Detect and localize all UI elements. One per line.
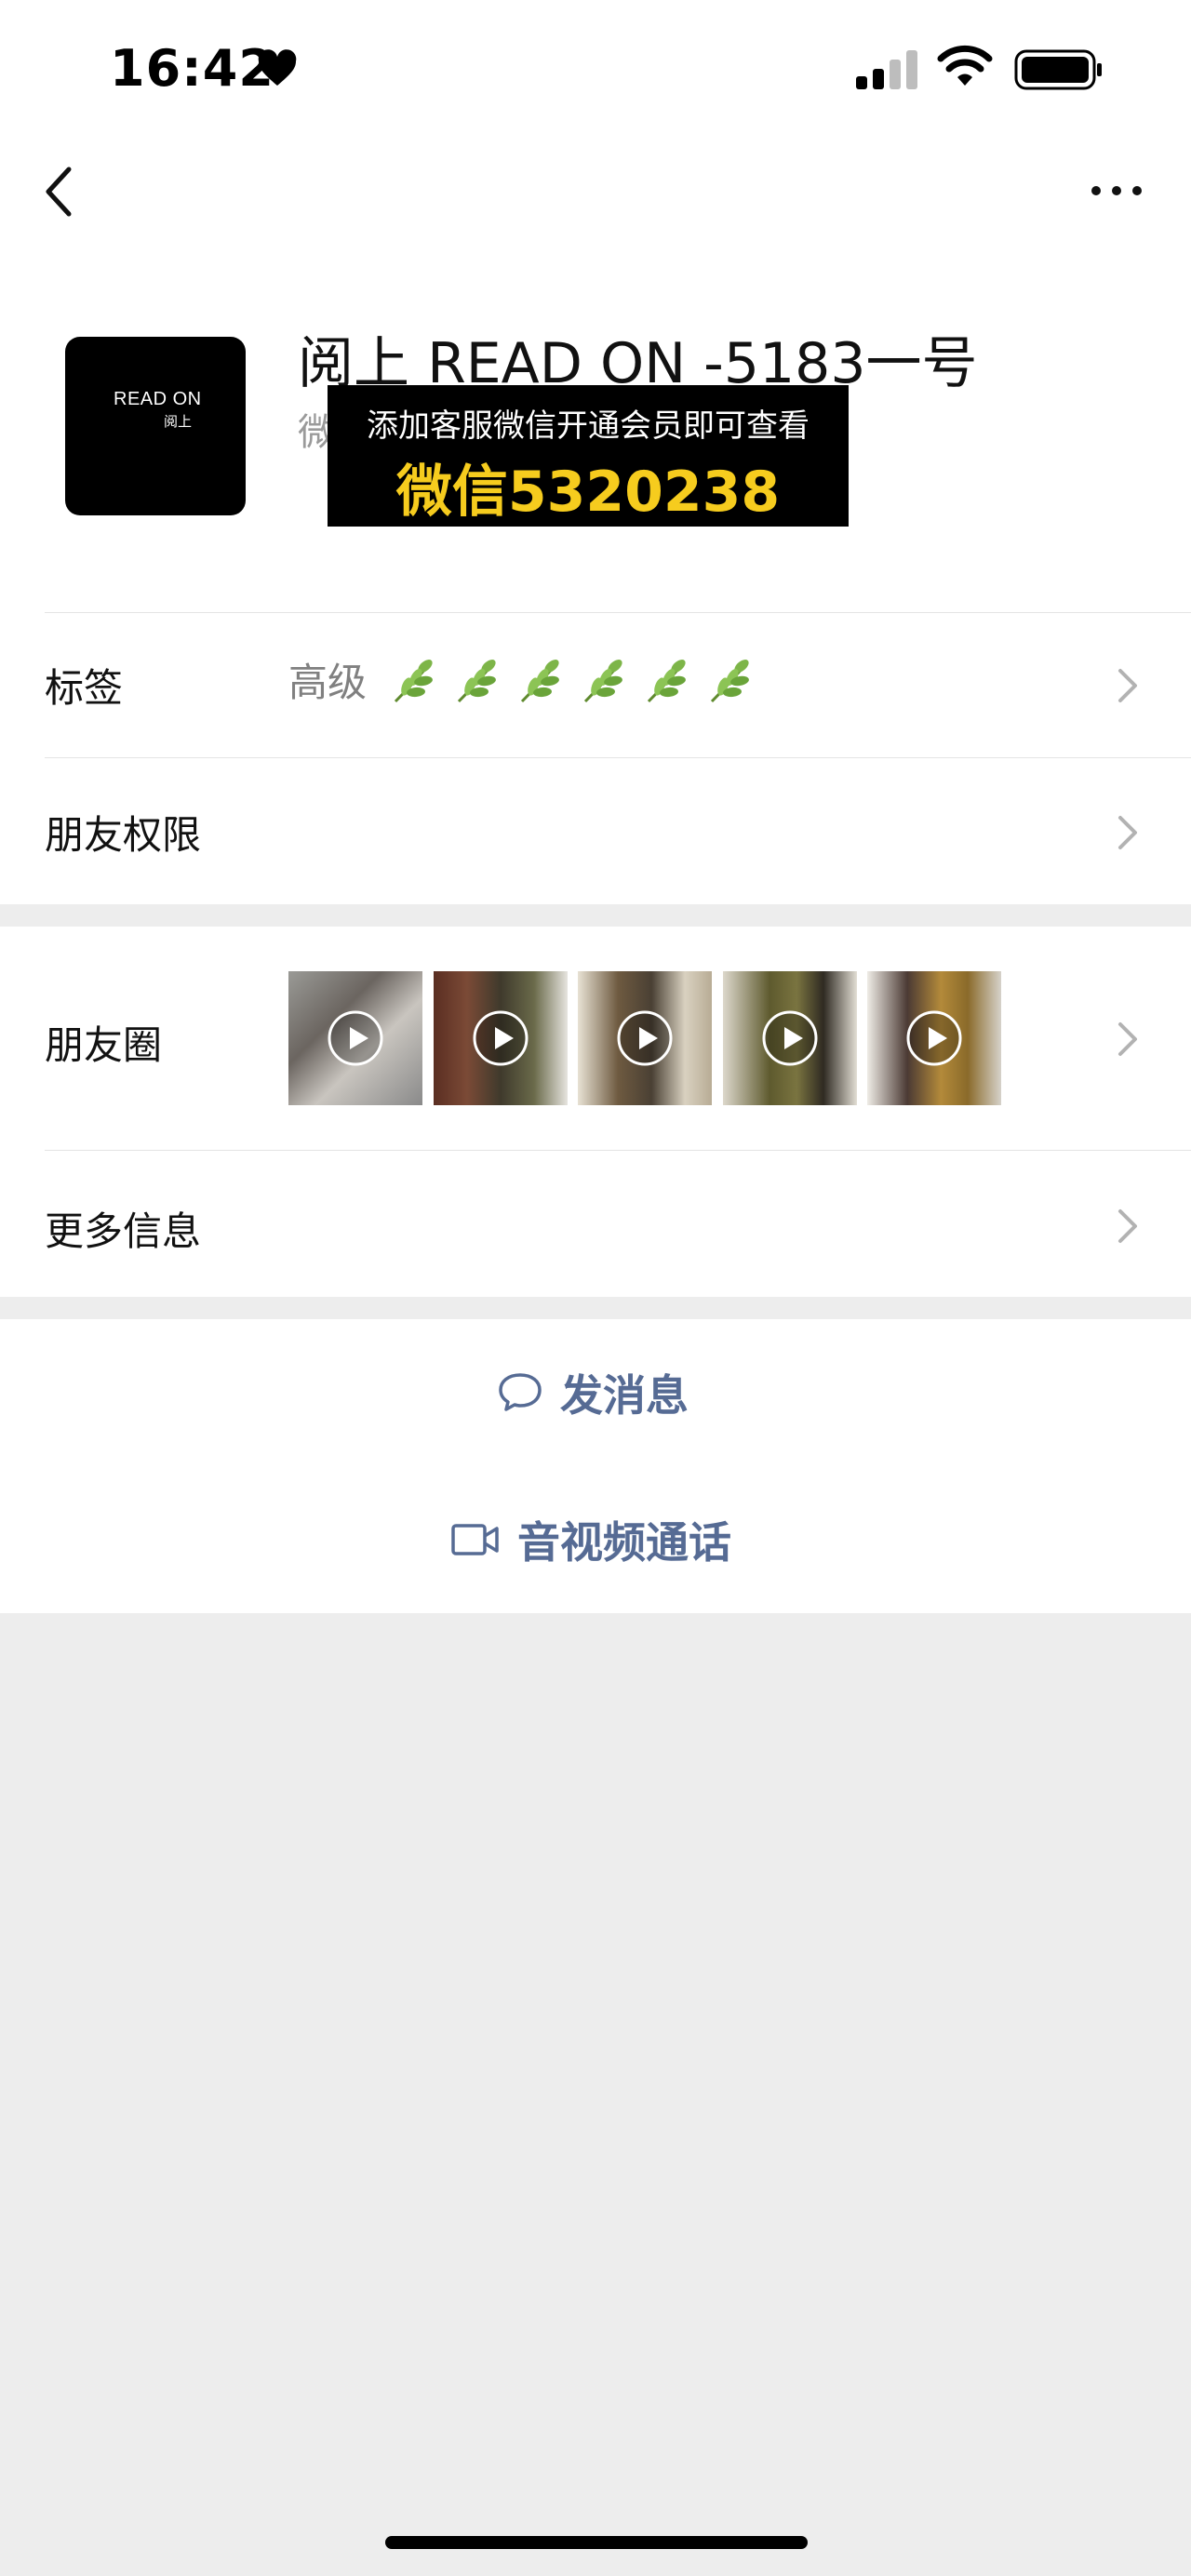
avatar[interactable]: READ ON 阅上 bbox=[65, 337, 246, 515]
play-icon bbox=[762, 1010, 818, 1066]
chevron-right-icon bbox=[1118, 669, 1137, 702]
wechat-id-label: 微 bbox=[298, 411, 331, 454]
divider bbox=[45, 1150, 1191, 1151]
play-icon bbox=[328, 1010, 383, 1066]
divider bbox=[45, 612, 1191, 613]
play-icon bbox=[473, 1010, 529, 1066]
chevron-right-icon bbox=[1118, 816, 1137, 849]
home-indicator[interactable] bbox=[385, 2536, 808, 2549]
herb-icon bbox=[458, 659, 497, 702]
more-info-row[interactable]: 更多信息 bbox=[45, 1200, 201, 1257]
moments-thumbnail[interactable] bbox=[867, 971, 1001, 1105]
herb-icon bbox=[395, 659, 434, 702]
section-gap bbox=[0, 1297, 1191, 1319]
herb-icon bbox=[521, 659, 560, 702]
moments-thumbnail[interactable] bbox=[723, 971, 857, 1105]
watermark-overlay: 添加客服微信开通会员即可查看 微信5320238 bbox=[328, 385, 849, 527]
tags-value: 高级 bbox=[288, 660, 368, 705]
send-message-label: 发消息 bbox=[560, 1370, 689, 1421]
tags-label: 标签 bbox=[45, 665, 124, 711]
herb-icon bbox=[648, 659, 687, 702]
moments-row[interactable]: 朋友圈 bbox=[45, 1014, 162, 1071]
avatar-line2: 阅上 bbox=[164, 413, 193, 430]
chevron-right-icon bbox=[1118, 1022, 1137, 1056]
status-time: 16:42 bbox=[110, 39, 274, 98]
divider bbox=[45, 757, 1191, 758]
more-icon[interactable] bbox=[1089, 177, 1144, 205]
herb-icon bbox=[584, 659, 623, 702]
video-call-button[interactable]: 音视频通话 bbox=[0, 1466, 1191, 1613]
avatar-line1: READ ON bbox=[114, 389, 202, 409]
chevron-right-icon bbox=[1118, 1209, 1137, 1243]
tags-row[interactable]: 高级 bbox=[288, 651, 758, 708]
video-call-label: 音视频通话 bbox=[517, 1517, 731, 1568]
play-icon bbox=[617, 1010, 673, 1066]
tag-leaves bbox=[379, 654, 758, 702]
overlay-line2: 微信5320238 bbox=[395, 460, 781, 525]
send-message-button[interactable]: 发消息 bbox=[0, 1319, 1191, 1466]
video-camera-icon bbox=[451, 1524, 499, 1555]
moments-thumbnail[interactable] bbox=[434, 971, 568, 1105]
permissions-row[interactable]: 朋友权限 bbox=[45, 804, 201, 861]
battery-icon bbox=[1014, 49, 1102, 90]
overlay-line1: 添加客服微信开通会员即可查看 bbox=[367, 407, 810, 445]
message-icon bbox=[499, 1373, 542, 1411]
section-gap bbox=[0, 904, 1191, 927]
signal-icon bbox=[856, 50, 917, 89]
moments-thumbnail[interactable] bbox=[578, 971, 712, 1105]
play-icon bbox=[906, 1010, 962, 1066]
herb-icon bbox=[711, 659, 750, 702]
heart-icon bbox=[258, 49, 297, 86]
moments-thumbnail[interactable] bbox=[288, 971, 422, 1105]
wifi-icon bbox=[937, 45, 993, 86]
back-icon[interactable] bbox=[37, 164, 84, 220]
